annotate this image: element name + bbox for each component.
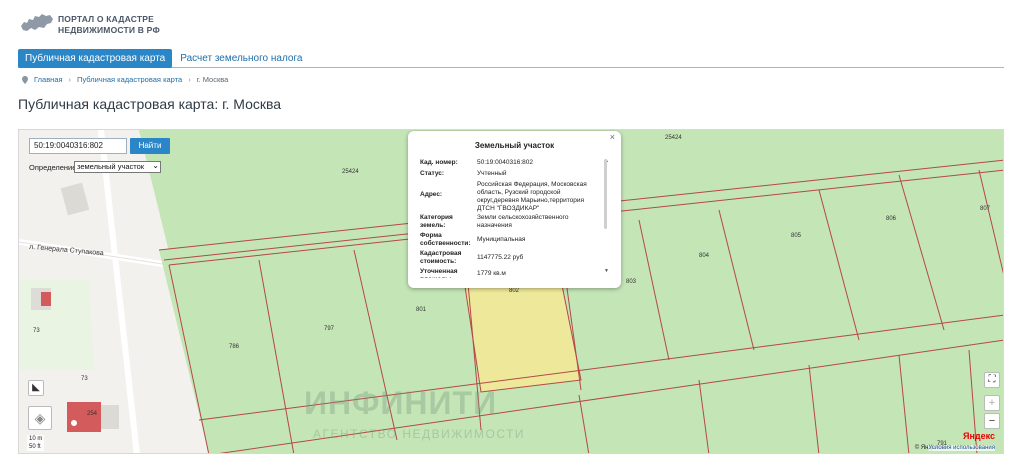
yandex-logo-text: Яндекс [962, 431, 995, 441]
scale-metric: 10 m [29, 436, 43, 442]
parcel-label: 73 [81, 376, 88, 382]
popup-value: 50:19:0040316:802 [477, 159, 534, 166]
scroll-down-icon[interactable]: ▼ [604, 268, 609, 274]
page-title: Публичная кадастровая карта: г. Москва [18, 96, 282, 112]
popup-value: Муниципальная [477, 236, 526, 243]
tab-land-tax[interactable]: Расчет земельного налога [172, 49, 310, 68]
definition-select-value: земельный участок [77, 162, 145, 171]
parcel-label: 25424 [665, 135, 682, 141]
parcel-label: 807 [980, 206, 991, 212]
location-pin-icon [22, 75, 28, 84]
layers-button[interactable]: ◈ [28, 406, 52, 430]
zoom-out-button[interactable]: − [984, 413, 1000, 429]
popup-title: Земельный участок [474, 141, 555, 150]
popup-label: Форма собственности: [420, 232, 471, 247]
zoom-in-button[interactable]: + [984, 395, 1000, 411]
popup-label: Категория земель: [420, 214, 453, 229]
parcel-label: 254 [87, 411, 98, 417]
park-area [19, 280, 94, 370]
parcel-label: 806 [886, 216, 897, 222]
chevron-down-icon: ⌄ [152, 161, 159, 170]
yandex-logo[interactable]: Яндекс [963, 431, 995, 441]
search-button[interactable]: Найти [130, 138, 170, 154]
russia-map-logo-icon[interactable] [20, 12, 54, 34]
breadcrumb-home-link[interactable]: Главная [34, 75, 63, 84]
parcel-label: 803 [626, 279, 637, 285]
page: ПОРТАЛ О КАДАСТРЕ НЕДВИЖИМОСТИ В РФ Публ… [0, 0, 1022, 465]
watermark: ИНФИНИТИ [304, 385, 498, 421]
popup-label: Кадастровая стоимость: [420, 250, 462, 265]
red-building-marker [41, 292, 51, 306]
close-icon[interactable]: × [610, 132, 615, 142]
popup-label: Адрес: [420, 191, 443, 198]
watermark-subtitle: АГЕНТСТВО НЕДВИЖИМОСТИ [313, 427, 526, 441]
breadcrumb-section-link[interactable]: Публичная кадастровая карта [77, 75, 182, 84]
definition-label: Определение: [29, 163, 79, 172]
poi-icon [71, 420, 77, 426]
ruler-button[interactable]: ◣ [28, 380, 44, 396]
fullscreen-button[interactable]: ⛶ [984, 372, 1000, 388]
terms-link[interactable]: Условия использования [928, 445, 995, 451]
parcel-label: 802 [509, 288, 520, 294]
parcel-label: 73 [33, 328, 40, 334]
parcel-label: 801 [416, 307, 427, 313]
popup-label: Статус: [420, 170, 445, 177]
breadcrumb-separator: › [68, 75, 72, 84]
popup-value: Учтенный [477, 170, 507, 177]
parcel-info-popup: Земельный участок × ▲ ▼ Кад. номер: 50:1… [408, 131, 621, 288]
popup-value: Земли сельскохозяйственного назначения [477, 214, 569, 229]
parcel-label: 797 [324, 326, 335, 332]
tabs-divider [18, 67, 1004, 68]
popup-label: Уточненная площадь: [420, 268, 458, 278]
logo-line-2: НЕДВИЖИМОСТИ В РФ [58, 25, 160, 35]
popup-value: Российская Федерация, Московская область… [477, 181, 587, 212]
parcel-label: 805 [791, 233, 802, 239]
popup-label: Кад. номер: [420, 159, 458, 166]
popup-value: 1147775.22 руб [477, 254, 524, 261]
cadastral-map[interactable]: 25424 25424 801 802 803 804 805 806 807 … [18, 129, 1004, 454]
definition-select[interactable]: земельный участок ⌄ [74, 161, 161, 173]
parcel-label: 25424 [342, 169, 359, 175]
red-building-marker [67, 402, 101, 432]
scale-imperial: 50 ft [29, 444, 41, 450]
popup-value: 1779 кв.м [477, 270, 506, 277]
site-logo-text[interactable]: ПОРТАЛ О КАДАСТРЕ НЕДВИЖИМОСТИ В РФ [58, 14, 160, 36]
logo-line-1: ПОРТАЛ О КАДАСТРЕ [58, 14, 154, 24]
parcel-label: 804 [699, 253, 710, 259]
breadcrumb-current: г. Москва [196, 75, 229, 84]
map-scale: 10 m 50 ft [27, 435, 45, 451]
popup-scrollbar[interactable] [604, 159, 607, 229]
tab-cadastral-map[interactable]: Публичная кадастровая карта [18, 48, 173, 68]
breadcrumb: Главная › Публичная кадастровая карта › … [22, 75, 228, 84]
main-tabs: Публичная кадастровая карта Расчет земел… [18, 48, 310, 68]
site-header: ПОРТАЛ О КАДАСТРЕ НЕДВИЖИМОСТИ В РФ [0, 0, 1022, 44]
parcel-label: 786 [229, 344, 240, 350]
cadastral-search-input[interactable]: 50:19:0040316:802 [29, 138, 127, 154]
breadcrumb-separator: › [188, 75, 191, 84]
